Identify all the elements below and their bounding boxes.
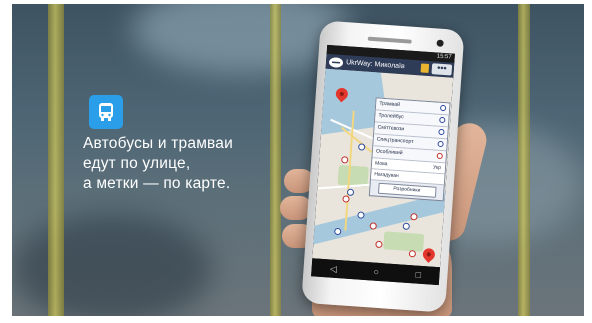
bus-marker[interactable] (342, 195, 350, 203)
phone-screen: 15:57 UkrWay: Миколаїв ••• Трамвай Троле… (311, 44, 455, 286)
menu-item-label: Сміттєвози (377, 124, 405, 133)
handrail-pole (518, 4, 530, 316)
bus-marker[interactable] (357, 143, 366, 151)
city-map[interactable]: Трамвай Тролейбус Сміттєвози Спецтранспо… (312, 68, 454, 268)
page-frame: Автобусы и трамваи едут по улице, а метк… (0, 0, 592, 323)
smartphone: 15:57 UkrWay: Миколаїв ••• Трамвай Троле… (301, 20, 465, 313)
caption-line: а метки — по карте. (83, 175, 231, 192)
tram-icon (439, 104, 447, 112)
caption-line: Автобусы и трамваи (83, 135, 233, 152)
reminder-label: Нагадуван (374, 171, 399, 180)
app-title: UkrWay: Миколаїв (345, 59, 405, 71)
garbage-truck-icon (438, 128, 445, 136)
handrail-pole (48, 4, 64, 316)
bus-marker[interactable] (402, 222, 411, 231)
menu-item-label: Особливий (375, 148, 403, 157)
special-icon (436, 152, 443, 160)
phone-camera (436, 39, 444, 47)
bus-marker[interactable] (408, 250, 417, 258)
developers-button[interactable]: Розробники (377, 182, 437, 198)
special-transport-icon (437, 140, 444, 148)
transport-menu: Трамвай Тролейбус Сміттєвози Спецтранспо… (368, 97, 451, 202)
caption-line: едут по улице, (83, 155, 191, 172)
phone-speaker (367, 36, 412, 44)
back-button[interactable]: ◁ (330, 263, 338, 274)
bus-marker[interactable] (346, 188, 355, 197)
menu-item-label: Тролейбус (378, 112, 404, 121)
home-button[interactable]: ○ (373, 267, 379, 277)
bus-marker[interactable] (375, 240, 383, 249)
trolleybus-icon (439, 116, 446, 124)
recent-apps-button[interactable]: □ (415, 270, 421, 280)
map-park (383, 231, 425, 253)
promo-caption: Автобусы и трамваи едут по улице, а метк… (83, 134, 233, 194)
bus-marker[interactable] (410, 213, 418, 221)
language-value: Укр (432, 164, 442, 172)
bus-marker[interactable] (341, 156, 349, 164)
app-logo-icon (328, 56, 344, 68)
transport-toggle-icon[interactable] (420, 63, 430, 73)
bg-seat (12, 214, 212, 316)
bus-icon (89, 95, 123, 129)
status-time: 15:57 (436, 53, 452, 61)
handrail-pole (270, 4, 281, 316)
menu-item-label: Трамвай (379, 100, 401, 109)
menu-button[interactable]: ••• (431, 63, 453, 76)
menu-item-label: Спецтранспорт (376, 136, 414, 146)
promo-scene: Автобусы и трамваи едут по улице, а метк… (12, 4, 584, 316)
language-label: Мова (374, 160, 388, 168)
